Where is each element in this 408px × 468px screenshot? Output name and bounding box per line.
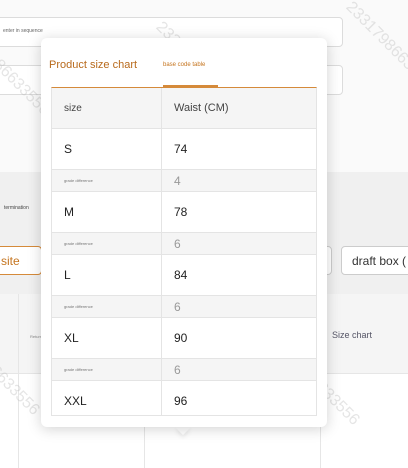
size-label: XXL: [52, 381, 162, 415]
size-value: 84: [162, 255, 316, 296]
draft-box-button[interactable]: draft box (: [341, 246, 408, 275]
base-code-table: size Waist (CM) S 74 grade difference 4 …: [51, 87, 317, 416]
size-label: L: [52, 255, 162, 296]
size-label: M: [52, 192, 162, 233]
size-label: S: [52, 129, 162, 170]
size-chart-header[interactable]: Size chart: [332, 330, 372, 340]
size-value: 96: [162, 381, 316, 415]
size-value: 74: [162, 129, 316, 170]
popover-tabs: Product size chart base code table: [49, 56, 319, 88]
tab-product-size-chart[interactable]: Product size chart: [49, 56, 137, 86]
tab-base-code-table[interactable]: base code table: [163, 56, 205, 86]
grade-difference-value: 6: [162, 359, 316, 381]
termination-label: termination: [4, 205, 29, 211]
size-value: 78: [162, 192, 316, 233]
grade-difference-value: 4: [162, 170, 316, 192]
size-label: XL: [52, 318, 162, 359]
grade-difference-value: 6: [162, 233, 316, 255]
size-value: 90: [162, 318, 316, 359]
grade-difference-label: grade difference: [52, 233, 162, 255]
grade-difference-label: grade difference: [52, 296, 162, 318]
grade-difference-label: grade difference: [52, 170, 162, 192]
grade-difference-label: grade difference: [52, 359, 162, 381]
header-size: size: [52, 88, 162, 129]
header-waist: Waist (CM): [162, 88, 316, 129]
grade-difference-value: 6: [162, 296, 316, 318]
site-button[interactable]: site: [0, 246, 42, 275]
sequence-input-text: enter in sequence: [3, 28, 43, 34]
column-divider: [18, 294, 19, 468]
